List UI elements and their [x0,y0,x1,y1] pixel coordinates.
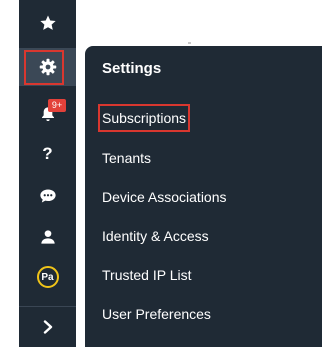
question-icon: ? [42,144,53,163]
settings-button[interactable] [19,48,76,86]
menu-item-user-preferences[interactable]: User Preferences [102,304,211,324]
help-button[interactable]: ? [19,135,76,173]
menu-item-label: Device Associations [102,189,227,205]
settings-highlight-box [24,50,64,85]
subscriptions-highlight-box [98,104,191,132]
avatar: Pa [36,266,59,288]
left-nav-rail: 9+ ? Pa [0,0,78,347]
user-button[interactable] [19,218,76,256]
avatar-initials: Pa [41,271,54,283]
menu-item-identity-access[interactable]: Identity & Access [102,226,209,246]
menu-item-trusted-ip-list[interactable]: Trusted IP List [102,265,191,285]
menu-item-subscriptions[interactable]: Subscriptions [98,104,191,132]
menu-item-device-associations[interactable]: Device Associations [102,187,227,207]
divider-fragment [188,42,191,44]
star-icon [39,15,56,30]
menu-item-label: Trusted IP List [102,267,192,283]
notifications-button[interactable]: 9+ [19,95,76,133]
settings-menu-title: Settings [102,60,162,77]
menu-item-label: User Preferences [102,306,211,322]
chat-bubble-icon [39,189,56,203]
profile-button[interactable]: Pa [19,258,76,296]
user-icon [40,230,55,244]
notification-count-badge: 9+ [48,99,66,112]
menu-item-label: Identity & Access [102,228,209,244]
settings-flyout-menu: Settings Subscriptions Tenants Device As… [85,46,322,347]
rail-divider [19,306,76,307]
chevron-right-icon [43,320,52,334]
menu-item-label: Tenants [102,150,152,166]
menu-item-tenants[interactable]: Tenants [102,148,151,168]
favorites-button[interactable] [19,4,76,42]
chat-button[interactable] [19,177,76,215]
expand-rail-button[interactable] [19,308,76,346]
